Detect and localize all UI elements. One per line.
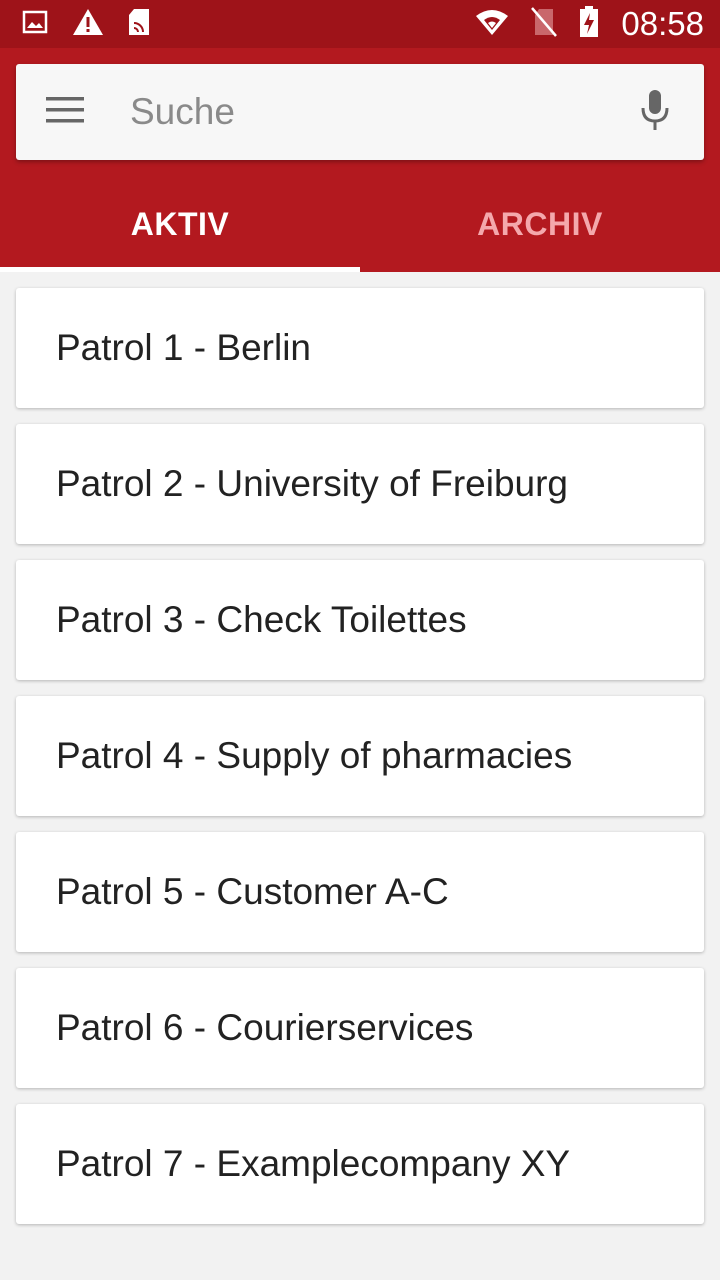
- menu-button[interactable]: [16, 64, 114, 160]
- status-left-icons: [22, 8, 174, 41]
- search-input[interactable]: [114, 64, 606, 160]
- hamburger-menu-icon: [46, 96, 84, 129]
- patrol-item-label: Patrol 5 - Customer A-C: [56, 871, 449, 912]
- wifi-icon: [475, 8, 509, 41]
- patrol-item-label: Patrol 6 - Courierservices: [56, 1007, 474, 1048]
- patrol-item[interactable]: Patrol 5 - Customer A-C: [16, 832, 704, 952]
- tab-aktiv-label: AKTIV: [130, 205, 230, 242]
- patrol-item-label: Patrol 3 - Check Toilettes: [56, 599, 467, 640]
- patrol-list: Patrol 1 - Berlin Patrol 2 - University …: [16, 288, 704, 1240]
- patrol-item-label: Patrol 2 - University of Freiburg: [56, 463, 569, 504]
- sd-card-icon: [128, 8, 150, 41]
- tab-aktiv[interactable]: AKTIV: [0, 176, 360, 272]
- microphone-icon: [640, 89, 670, 136]
- voice-search-button[interactable]: [606, 64, 704, 160]
- tab-archiv-label: ARCHIV: [477, 205, 603, 242]
- search-bar: [16, 64, 704, 160]
- patrol-item-label: Patrol 7 - Examplecompany XY: [56, 1143, 571, 1184]
- patrol-item[interactable]: Patrol 4 - Supply of pharmacies: [16, 696, 704, 816]
- no-sim-icon: [531, 6, 558, 42]
- status-time: 08:58: [621, 5, 704, 42]
- warning-icon: [72, 8, 104, 41]
- status-bar: 08:58: [0, 0, 720, 48]
- patrol-item-label: Patrol 4 - Supply of pharmacies: [56, 735, 573, 776]
- patrol-item[interactable]: Patrol 6 - Courierservices: [16, 968, 704, 1088]
- patrol-item[interactable]: Patrol 1 - Berlin: [16, 288, 704, 408]
- patrol-item[interactable]: Patrol 7 - Examplecompany XY: [16, 1104, 704, 1224]
- app-bar: AKTIV ARCHIV: [0, 48, 720, 272]
- image-icon: [22, 9, 48, 40]
- tab-bar: AKTIV ARCHIV: [0, 176, 720, 272]
- battery-charging-icon: [579, 5, 599, 43]
- tab-archiv[interactable]: ARCHIV: [360, 176, 720, 272]
- patrol-item[interactable]: Patrol 3 - Check Toilettes: [16, 560, 704, 680]
- patrol-item[interactable]: Patrol 2 - University of Freiburg: [16, 424, 704, 544]
- tab-indicator: [0, 267, 360, 272]
- patrol-item-label: Patrol 1 - Berlin: [56, 327, 311, 368]
- status-right-icons: 08:58: [453, 5, 704, 43]
